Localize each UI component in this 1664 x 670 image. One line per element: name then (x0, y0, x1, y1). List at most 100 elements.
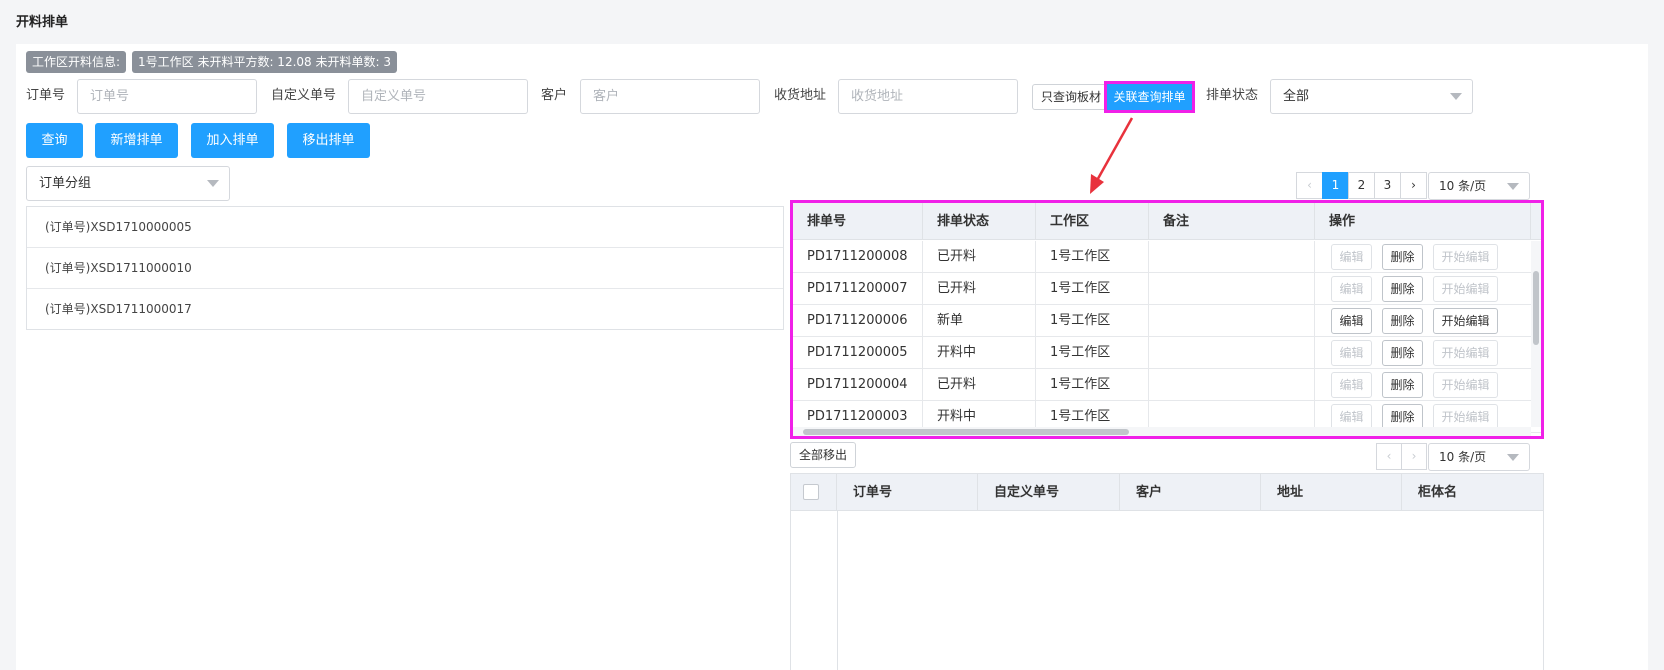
pager1-page-1[interactable]: 1 (1322, 172, 1349, 199)
scrollbar-thumb[interactable] (1533, 271, 1539, 345)
delete-button[interactable]: 删除 (1382, 244, 1423, 270)
schedule-no-cell: PD1711200008 (793, 241, 923, 273)
pager2-prev-button[interactable]: ‹ (1376, 443, 1402, 470)
pager2-page-size-value: 10 条/页 (1439, 450, 1487, 464)
edit-button[interactable]: 编辑 (1331, 308, 1372, 334)
query-board-only-button[interactable]: 只查询板材 (1032, 84, 1111, 110)
schedule-status-cell: 新单 (923, 305, 1036, 337)
column-header: 订单号 (837, 474, 978, 511)
start-edit-button[interactable]: 开始编辑 (1433, 372, 1498, 398)
custom-no-input[interactable] (348, 79, 528, 114)
linked-query-button[interactable]: 关联查询排单 (1104, 81, 1195, 113)
horizontal-scrollbar[interactable] (793, 427, 1531, 436)
work-area-cell: 1号工作区 (1036, 273, 1149, 305)
schedule-table: 排单号 排单状态 工作区 备注 操作 PD1711200008 已开料 1号工作… (790, 200, 1544, 439)
chevron-down-icon (1507, 454, 1519, 461)
remove-schedule-button[interactable]: 移出排单 (287, 123, 370, 158)
customer-label: 客户 (541, 88, 568, 103)
column-header: 客户 (1120, 474, 1261, 511)
work-area-cell: 1号工作区 (1036, 369, 1149, 401)
address-label: 收货地址 (774, 88, 827, 103)
pager2-next-button[interactable]: › (1401, 443, 1427, 470)
scrollbar-thumb[interactable] (803, 429, 1129, 435)
schedule-no-cell: PD1711200007 (793, 273, 923, 305)
delete-button[interactable]: 删除 (1382, 340, 1423, 366)
delete-button[interactable]: 删除 (1382, 276, 1423, 302)
column-header: 备注 (1149, 203, 1315, 240)
select-all-checkbox[interactable] (803, 484, 819, 500)
pager2-page-size-select[interactable]: 10 条/页 (1428, 443, 1530, 471)
schedule-status-cell: 开料中 (923, 337, 1036, 369)
add-schedule-button[interactable]: 新增排单 (95, 123, 178, 158)
query-button[interactable]: 查询 (26, 123, 83, 158)
list-item[interactable]: (订单号)XSD1711000010 (27, 248, 783, 289)
table-row: PD1711200006 新单 1号工作区 编辑 删除 开始编辑 (793, 305, 1541, 337)
order-group-select[interactable]: 订单分组 (26, 166, 230, 201)
schedule-status-cell: 已开料 (923, 273, 1036, 305)
pager1-page-size-value: 10 条/页 (1439, 179, 1487, 193)
remove-all-button[interactable]: 全部移出 (790, 442, 857, 468)
edit-button[interactable]: 编辑 (1331, 372, 1372, 398)
schedule-no-cell: PD1711200005 (793, 337, 923, 369)
pager1-page-2[interactable]: 2 (1348, 172, 1375, 199)
detail-table-header: 订单号 自定义单号 客户 地址 柜体名 (791, 474, 1543, 511)
note-cell (1149, 305, 1315, 337)
table-row: PD1711200008 已开料 1号工作区 编辑 删除 开始编辑 (793, 241, 1541, 273)
join-schedule-button[interactable]: 加入排单 (191, 123, 274, 158)
start-edit-button[interactable]: 开始编辑 (1433, 276, 1498, 302)
list-item[interactable]: (订单号)XSD1711000017 (27, 289, 783, 330)
order-list: (订单号)XSD1710000005 (订单号)XSD1711000010 (订… (26, 206, 784, 330)
work-area-cell: 1号工作区 (1036, 241, 1149, 273)
schedule-no-cell: PD1711200006 (793, 305, 923, 337)
address-input[interactable] (838, 79, 1018, 114)
order-group-select-value: 订单分组 (39, 176, 92, 191)
info-summary-tag: 1号工作区 未开料平方数: 12.08 未开料单数: 3 (132, 51, 397, 73)
vertical-scrollbar[interactable] (1531, 241, 1541, 427)
table-row: PD1711200005 开料中 1号工作区 编辑 删除 开始编辑 (793, 337, 1541, 369)
pager1-prev-button[interactable]: ‹ (1296, 172, 1323, 199)
status-select[interactable]: 全部 (1270, 79, 1473, 114)
edit-button[interactable]: 编辑 (1331, 276, 1372, 302)
status-label: 排单状态 (1206, 88, 1259, 103)
schedule-status-cell: 已开料 (923, 241, 1036, 273)
start-edit-button[interactable]: 开始编辑 (1433, 308, 1498, 334)
column-header: 地址 (1261, 474, 1402, 511)
chevron-down-icon (1450, 93, 1462, 100)
start-edit-button[interactable]: 开始编辑 (1433, 244, 1498, 270)
column-divider (837, 511, 838, 670)
customer-input[interactable] (580, 79, 760, 114)
column-header: 操作 (1315, 203, 1531, 240)
pager1-next-button[interactable]: › (1400, 172, 1427, 199)
note-cell (1149, 369, 1315, 401)
work-area-cell: 1号工作区 (1036, 305, 1149, 337)
schedule-status-cell: 已开料 (923, 369, 1036, 401)
chevron-down-icon (207, 180, 219, 187)
edit-button[interactable]: 编辑 (1331, 244, 1372, 270)
table-row: PD1711200004 已开料 1号工作区 编辑 删除 开始编辑 (793, 369, 1541, 401)
edit-button[interactable]: 编辑 (1331, 340, 1372, 366)
note-cell (1149, 337, 1315, 369)
column-header: 排单状态 (923, 203, 1036, 240)
custom-no-label: 自定义单号 (271, 88, 337, 103)
start-edit-button[interactable]: 开始编辑 (1433, 340, 1498, 366)
column-header: 工作区 (1036, 203, 1149, 240)
note-cell (1149, 273, 1315, 305)
schedule-no-cell: PD1711200004 (793, 369, 923, 401)
pager1-page-size-select[interactable]: 10 条/页 (1428, 172, 1530, 200)
column-header: 自定义单号 (978, 474, 1120, 511)
info-label-tag: 工作区开料信息: (26, 51, 127, 73)
work-area-cell: 1号工作区 (1036, 337, 1149, 369)
annotation-arrow-icon (1090, 117, 1134, 194)
order-no-input[interactable] (77, 79, 257, 114)
note-cell (1149, 241, 1315, 273)
delete-button[interactable]: 删除 (1382, 372, 1423, 398)
order-no-label: 订单号 (26, 88, 66, 103)
pager1-page-3[interactable]: 3 (1374, 172, 1401, 199)
column-header: 排单号 (793, 203, 923, 240)
status-select-value: 全部 (1283, 89, 1310, 104)
chevron-down-icon (1507, 183, 1519, 190)
delete-button[interactable]: 删除 (1382, 308, 1423, 334)
page-title: 开料排单 (16, 15, 69, 30)
detail-table: 订单号 自定义单号 客户 地址 柜体名 (790, 473, 1544, 670)
list-item[interactable]: (订单号)XSD1710000005 (27, 207, 783, 248)
